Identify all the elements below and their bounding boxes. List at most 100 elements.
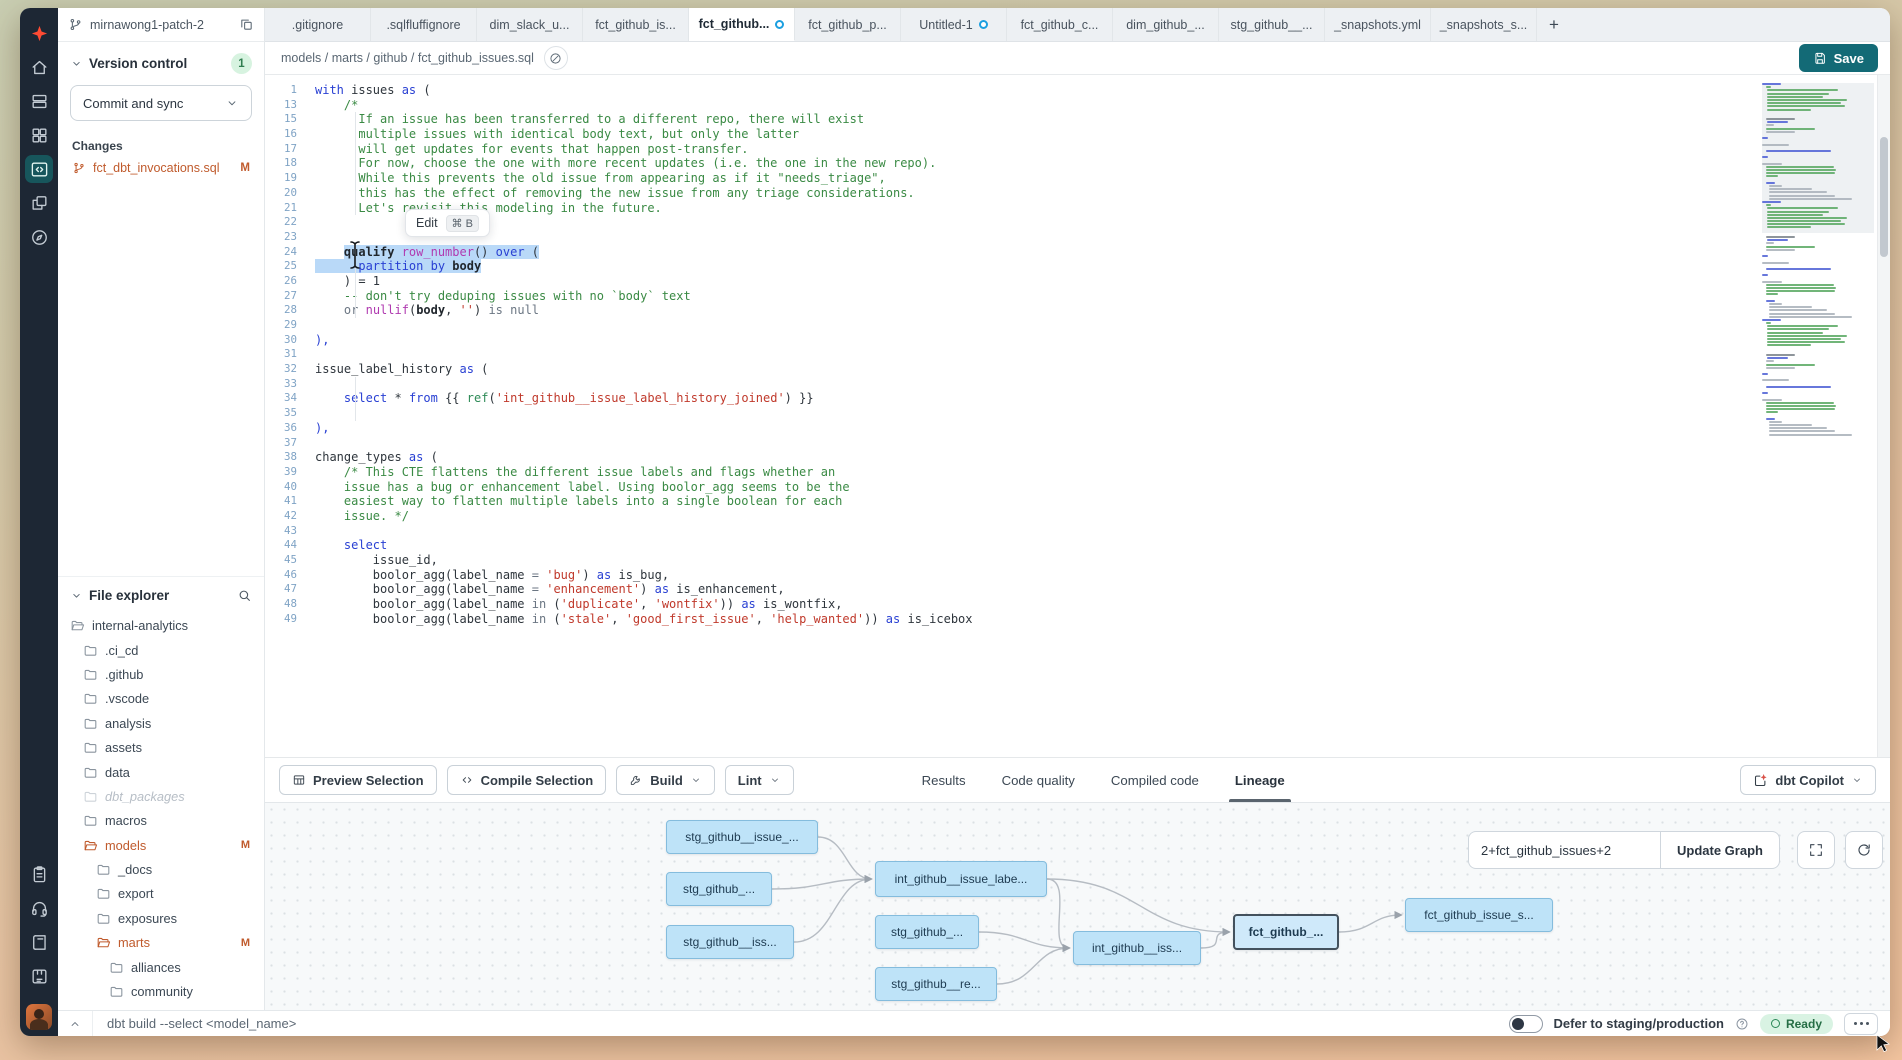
build-button[interactable]: Build (616, 765, 715, 795)
tab--snapshots-yml[interactable]: _snapshots.yml (1325, 8, 1431, 41)
tree-item-assets[interactable]: assets (58, 735, 264, 759)
code-line-1[interactable]: 1with issues as ( (265, 83, 1744, 98)
more-options-button[interactable] (1844, 1013, 1878, 1035)
tab-fct-github-p-[interactable]: fct_github_p... (795, 8, 901, 41)
lint-fix-icon[interactable] (544, 46, 568, 70)
code-line-37[interactable]: 37 (265, 436, 1744, 451)
dbt-copilot-button[interactable]: dbt Copilot (1740, 765, 1876, 795)
tree-item-export[interactable]: export (58, 882, 264, 906)
tree-item--docs[interactable]: _docs (58, 857, 264, 881)
code-line-20[interactable]: 20 this has the effect of removing the n… (265, 186, 1744, 201)
edit-context-popup[interactable]: Edit ⌘ B (405, 209, 490, 237)
code-line-26[interactable]: 26 ) = 1 (265, 274, 1744, 289)
version-control-header[interactable]: Version control 1 (58, 42, 264, 83)
code-line-19[interactable]: 19 While this prevents the old issue fro… (265, 171, 1744, 186)
code-line-15[interactable]: 15 If an issue has been transferred to a… (265, 112, 1744, 127)
code-line-34[interactable]: 34 select * from {{ ref('int_github__iss… (265, 391, 1744, 406)
minimap[interactable] (1762, 83, 1874, 749)
tab-fct-github-[interactable]: fct_github... (689, 8, 795, 41)
code-line-40[interactable]: 40 issue has a bug or enhancement label.… (265, 480, 1744, 495)
tree-item-analysis[interactable]: analysis (58, 711, 264, 735)
code-line-41[interactable]: 41 easiest way to flatten multiple label… (265, 494, 1744, 509)
support-headset-icon[interactable] (25, 894, 53, 922)
tab-dim-github-[interactable]: dim_github_... (1113, 8, 1219, 41)
code-line-27[interactable]: 27 -- don't try deduping issues with no … (265, 289, 1744, 304)
tab-dim-slack-u-[interactable]: dim_slack_u... (477, 8, 583, 41)
tab--snapshots-s-[interactable]: _snapshots_s... (1431, 8, 1537, 41)
tab-stg-github-[interactable]: stg_github__... (1219, 8, 1325, 41)
new-tab-button[interactable]: + (1537, 8, 1571, 41)
tree-item-alliances[interactable]: alliances (58, 955, 264, 979)
code-line-28[interactable]: 28 or nullif(body, '') is null (265, 303, 1744, 318)
tree-item-company-metrics[interactable]: company_metrics (58, 1004, 264, 1010)
code-line-42[interactable]: 42 issue. */ (265, 509, 1744, 524)
apps-grid-icon[interactable] (25, 121, 53, 149)
refresh-button[interactable] (1845, 831, 1883, 869)
file-explorer-header[interactable]: File explorer (58, 576, 264, 612)
lineage-node-n4[interactable]: int_github__issue_labe... (875, 861, 1047, 897)
tab-fct-github-c-[interactable]: fct_github_c... (1007, 8, 1113, 41)
lineage-node-n6[interactable]: stg_github__re... (875, 967, 997, 1001)
code-line-43[interactable]: 43 (265, 524, 1744, 539)
dbt-logo[interactable] (25, 19, 53, 47)
tab-untitled-1[interactable]: Untitled-1 (901, 8, 1007, 41)
dbt-command-input[interactable]: dbt build --select <model_name> (92, 1011, 1499, 1036)
preview-selection-button[interactable]: Preview Selection (279, 765, 437, 795)
tree-item-data[interactable]: data (58, 760, 264, 784)
lineage-node-n2[interactable]: stg_github_... (666, 872, 772, 906)
code-editor[interactable]: 1with issues as (13 /*15 If an issue has… (265, 75, 1890, 757)
lineage-canvas[interactable]: Update Graph stg_github__issue_...stg_gi… (265, 802, 1890, 1010)
code-line-17[interactable]: 17 will get updates for events that happ… (265, 142, 1744, 157)
tab-fct-github-is-[interactable]: fct_github_is... (583, 8, 689, 41)
commit-and-sync-dropdown[interactable]: Commit and sync (70, 85, 252, 121)
lineage-node-n3[interactable]: stg_github__iss... (666, 925, 794, 959)
tree-item-dbt-packages[interactable]: dbt_packages (58, 784, 264, 808)
tree-item--vscode[interactable]: .vscode (58, 687, 264, 711)
changed-file-row[interactable]: fct_dbt_invocations.sql M (58, 157, 264, 179)
tree-item-macros[interactable]: macros (58, 809, 264, 833)
tab--gitignore[interactable]: .gitignore (265, 8, 371, 41)
code-line-31[interactable]: 31 (265, 347, 1744, 362)
code-line-35[interactable]: 35 (265, 406, 1744, 421)
code-line-46[interactable]: 46 boolor_agg(label_name = 'bug') as is_… (265, 568, 1744, 583)
lint-button[interactable]: Lint (725, 765, 794, 795)
code-line-49[interactable]: 49 boolor_agg(label_name in ('stale', 'g… (265, 612, 1744, 627)
code-line-33[interactable]: 33 (265, 377, 1744, 392)
code-line-29[interactable]: 29 (265, 318, 1744, 333)
code-line-30[interactable]: 30), (265, 333, 1744, 348)
tree-item--ci-cd[interactable]: .ci_cd (58, 638, 264, 662)
lineage-node-n9[interactable]: fct_github_issue_s... (1405, 898, 1553, 932)
tree-item-exposures[interactable]: exposures (58, 906, 264, 930)
tree-item-internal-analytics[interactable]: internal-analytics (58, 614, 264, 638)
code-line-36[interactable]: 36), (265, 421, 1744, 436)
code-line-39[interactable]: 39 /* This CTE flattens the different is… (265, 465, 1744, 480)
code-line-47[interactable]: 47 boolor_agg(label_name = 'enhancement'… (265, 582, 1744, 597)
code-line-13[interactable]: 13 /* (265, 98, 1744, 113)
collapse-chevron-icon[interactable] (68, 1017, 82, 1031)
tree-item-marts[interactable]: martsM (58, 931, 264, 955)
panel-tab-results[interactable]: Results (922, 758, 966, 802)
panel-tab-lineage[interactable]: Lineage (1235, 758, 1285, 802)
tab--sqlfluffignore[interactable]: .sqlfluffignore (371, 8, 477, 41)
tree-item-models[interactable]: modelsM (58, 833, 264, 857)
compile-selection-button[interactable]: Compile Selection (447, 765, 607, 795)
reader-panel-icon[interactable] (25, 962, 53, 990)
code-line-48[interactable]: 48 boolor_agg(label_name in ('duplicate'… (265, 597, 1744, 612)
tree-item--github[interactable]: .github (58, 662, 264, 686)
code-line-38[interactable]: 38change_types as ( (265, 450, 1744, 465)
lineage-node-n7[interactable]: int_github__iss... (1073, 931, 1201, 965)
code-line-16[interactable]: 16 multiple issues with identical body t… (265, 127, 1744, 142)
docs-book-icon[interactable] (25, 928, 53, 956)
code-line-24[interactable]: 24 qualify row_number() over ( (265, 245, 1744, 260)
scrollbar-thumb[interactable] (1880, 137, 1888, 257)
home-icon[interactable] (25, 53, 53, 81)
code-line-44[interactable]: 44 select (265, 538, 1744, 553)
help-question-icon[interactable] (1735, 1017, 1749, 1031)
defer-toggle[interactable] (1509, 1015, 1543, 1033)
lineage-node-n1[interactable]: stg_github__issue_... (666, 820, 818, 854)
copy-icon[interactable] (239, 17, 254, 32)
lineage-selector-input[interactable] (1468, 831, 1660, 869)
tree-item-community[interactable]: community (58, 979, 264, 1003)
develop-ide-icon[interactable] (25, 155, 53, 183)
code-line-25[interactable]: 25 partition by body (265, 259, 1744, 274)
